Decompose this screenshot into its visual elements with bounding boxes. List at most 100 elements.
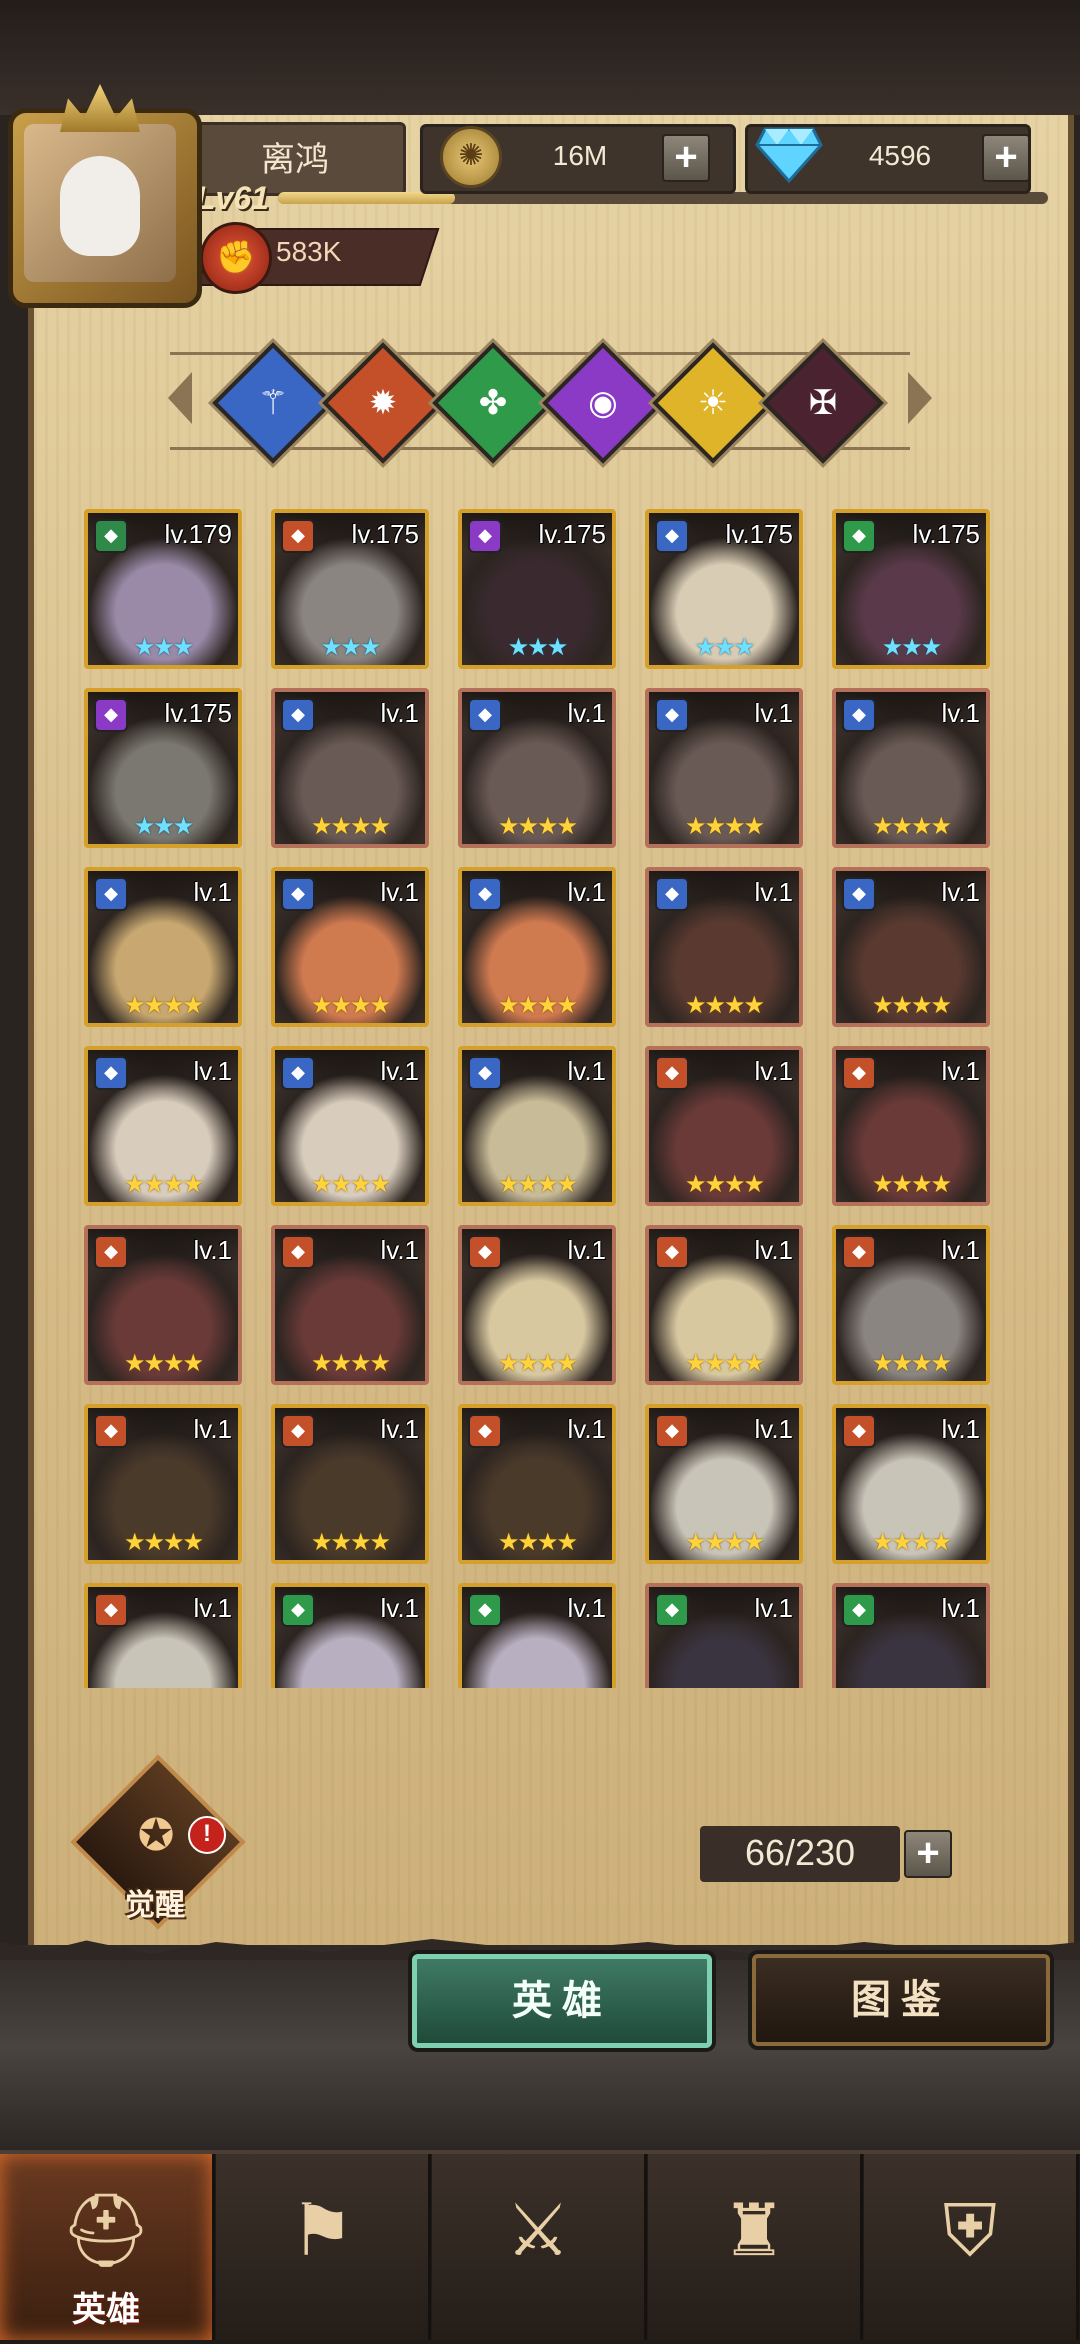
hero-card[interactable]: ◆ lv.1 ★★★★ [832,1046,990,1206]
filter-left-arrow-icon [168,372,192,424]
hero-card[interactable]: ◆ lv.1 [645,1583,803,1688]
hero-card[interactable]: ◆ lv.1 ★★★★ [271,1046,429,1206]
hero-card[interactable]: ◆ lv.179 ★★★ [84,509,242,669]
hero-card[interactable]: ◆ lv.175 ★★★ [832,509,990,669]
add-gems-button[interactable]: + [982,134,1030,182]
hero-class-icon: ◆ [842,1593,876,1627]
hero-card[interactable]: ◆ lv.1 [458,1583,616,1688]
hero-card[interactable]: ◆ lv.1 ★★★★ [84,867,242,1027]
hero-class-icon: ◆ [94,877,128,911]
hero-star-rating: ★★★★ [123,1529,204,1556]
hero-class-icon: ◆ [842,1235,876,1269]
player-name: 离鸿 [261,141,329,179]
expand-roster-button[interactable]: + [904,1830,952,1878]
hero-class-icon: ◆ [655,519,689,553]
combat-power-value: 583K [276,236,342,267]
hero-level: lv.175 [538,519,606,549]
filter-faction-gold-glyph-icon: ☀ [697,384,729,422]
hero-level: lv.1 [567,1056,606,1086]
hero-card[interactable]: ◆ lv.1 ★★★★ [645,1225,803,1385]
hero-card[interactable]: ◆ lv.1 ★★★★ [832,867,990,1027]
hero-star-rating: ★★★ [694,634,756,661]
hero-star-rating: ★★★ [133,634,195,661]
hero-star-rating: ★★★★ [310,813,391,840]
hero-level: lv.1 [380,1235,419,1265]
hero-card[interactable]: ◆ lv.1 ★★★★ [645,867,803,1027]
diamond-icon [755,127,823,183]
hero-card[interactable]: ◆ lv.175 ★★★ [84,688,242,848]
hero-level: lv.175 [725,519,793,549]
hero-card[interactable]: ◆ lv.1 [271,1583,429,1688]
hero-card[interactable]: ◆ lv.175 ★★★ [458,509,616,669]
hero-star-rating: ★★★★ [497,992,578,1019]
hero-star-rating: ★★★★ [123,1171,204,1198]
hero-card[interactable]: ◆ lv.1 ★★★★ [832,1225,990,1385]
hero-level: lv.1 [754,1593,793,1623]
hero-level: lv.175 [351,519,419,549]
hero-class-icon: ◆ [281,1414,315,1448]
hero-class-icon: ◆ [281,519,315,553]
hero-card[interactable]: ◆ lv.1 ★★★★ [645,688,803,848]
hero-card[interactable]: ◆ lv.1 ★★★★ [271,1404,429,1564]
hero-level: lv.1 [567,1235,606,1265]
hero-star-rating: ★★★★ [310,1171,391,1198]
hero-card[interactable]: ◆ lv.1 ★★★★ [645,1404,803,1564]
hero-star-rating: ★★★★ [871,1529,952,1556]
hero-card[interactable]: ◆ lv.1 ★★★★ [84,1046,242,1206]
hero-card[interactable]: ◆ lv.1 ★★★★ [458,688,616,848]
hero-card[interactable]: ◆ lv.175 ★★★ [645,509,803,669]
hero-card[interactable]: ◆ lv.1 ★★★★ [832,688,990,848]
hero-level: lv.1 [193,1056,232,1086]
hero-star-rating: ★★★★ [871,1171,952,1198]
add-gold-button[interactable]: + [662,134,710,182]
hero-card[interactable]: ◆ lv.1 ★★★★ [84,1404,242,1564]
avatar-mask [60,156,140,256]
hero-class-icon: ◆ [842,519,876,553]
top-bar-background [0,0,1080,115]
hero-card[interactable]: ◆ lv.1 [84,1583,242,1688]
hero-card[interactable]: ◆ lv.1 ★★★★ [271,867,429,1027]
hero-level: lv.1 [380,698,419,728]
hero-card[interactable]: ◆ lv.1 ★★★★ [271,688,429,848]
hero-card[interactable]: ◆ lv.1 ★★★★ [458,1404,616,1564]
hero-level: lv.175 [164,698,232,728]
hero-star-rating: ★★★ [881,634,943,661]
hero-level: lv.1 [380,1414,419,1444]
hero-star-rating: ★★★★ [684,1171,765,1198]
hero-star-rating: ★★★★ [310,1529,391,1556]
hero-class-icon: ◆ [468,519,502,553]
hero-level: lv.1 [941,1056,980,1086]
hero-card[interactable]: ◆ lv.1 ★★★★ [458,1046,616,1206]
roster-count: 66/230 [744,1832,856,1873]
hero-class-icon: ◆ [94,698,128,732]
hero-class-icon: ◆ [468,1414,502,1448]
hero-card[interactable]: ◆ lv.1 ★★★★ [458,867,616,1027]
tab-codex[interactable]: 图鉴 [752,1954,1050,2046]
hero-card[interactable]: ◆ lv.1 ★★★★ [458,1225,616,1385]
hero-card[interactable]: ◆ lv.1 ★★★★ [84,1225,242,1385]
hero-star-rating: ★★★★ [684,1529,765,1556]
hero-class-icon: ◆ [94,1235,128,1269]
hero-star-rating: ★★★★ [497,813,578,840]
hero-class-icon: ◆ [468,698,502,732]
hero-level: lv.1 [380,1593,419,1623]
hero-class-icon: ◆ [94,1414,128,1448]
hero-card[interactable]: ◆ lv.175 ★★★ [271,509,429,669]
hero-class-icon: ◆ [468,1593,502,1627]
hero-card[interactable]: ◆ lv.1 ★★★★ [645,1046,803,1206]
hero-card[interactable]: ◆ lv.1 ★★★★ [271,1225,429,1385]
hero-star-rating: ★★★ [507,634,569,661]
hero-class-icon: ◆ [655,1235,689,1269]
hero-level: lv.1 [193,877,232,907]
hero-star-rating: ★★★★ [123,1350,204,1377]
hero-card[interactable]: ◆ lv.1 ★★★★ [832,1404,990,1564]
hero-card[interactable]: ◆ lv.1 [832,1583,990,1688]
hero-class-icon: ◆ [468,1056,502,1090]
hero-level: lv.1 [567,1414,606,1444]
nav-heroes-icon: ⛑ [60,2191,152,2271]
hero-class-icon: ◆ [94,1056,128,1090]
hero-level: lv.1 [567,877,606,907]
filter-faction-green-glyph-icon: ✤ [478,384,508,422]
hero-star-rating: ★★★★ [497,1350,578,1377]
tab-heroes[interactable]: 英雄 [412,1954,712,2048]
